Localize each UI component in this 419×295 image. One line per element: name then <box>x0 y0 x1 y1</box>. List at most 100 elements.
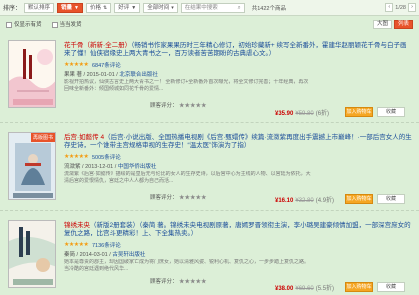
publisher-link[interactable]: 古吴轩出版社 <box>112 252 145 258</box>
favorite-button[interactable]: 收藏 <box>377 107 405 117</box>
only-stock-filter[interactable]: 仅显示有货 <box>6 20 42 28</box>
favorite-button[interactable]: 收藏 <box>377 194 405 204</box>
book-cover[interactable] <box>8 220 56 288</box>
book-title-main[interactable]: 花千骨（新新·全二册） <box>64 42 131 49</box>
book-title[interactable]: 花千骨（新新·全二册）（畅销书作家果果历时三年精心修订，初始珍藏新+ 续写全新番… <box>64 42 412 58</box>
book-meta: 果果 著 / 2015-01-01 / 北京联合出版社 <box>64 72 158 78</box>
view-large-button[interactable]: 大图 <box>372 19 392 29</box>
book-cover-image <box>9 221 55 287</box>
description-text: 流潋紫《后宫·如懿传》描绘的是皇后无与伦比的女人的生存史诗，以后宫中心为主线的人… <box>64 171 311 184</box>
rating-label: 顾客评分： <box>150 279 178 285</box>
rating-label: 顾客评分： <box>150 103 178 109</box>
star-rating: ★★★★★ <box>64 62 89 68</box>
author-link[interactable]: 果果 著 <box>64 72 82 78</box>
rating-stars: ★★★★★ <box>179 103 207 109</box>
add-to-cart-button[interactable]: 加入购物车 <box>345 107 373 117</box>
default-sort-label: 默认排序 <box>28 4 51 11</box>
current-price: ¥16.10 <box>275 198 294 204</box>
customer-rating: 顾客评分： ★★★★★ <box>150 277 207 285</box>
sales-sort-button[interactable]: 销量 ▼ <box>57 2 83 13</box>
star-rating: ★★★★★ <box>64 242 89 248</box>
book-cover[interactable]: 再版图书 <box>8 132 56 200</box>
pager: ‹ 1/28 › <box>385 3 416 12</box>
sort-toolbar: 排序： 默认排序 销量 ▼ 价格 ⇅ 好评 ▼ 全部时间 ▾ 在结果中搜索 ⌕ 共1422… <box>0 0 419 16</box>
next-page-button[interactable]: › <box>408 3 416 12</box>
book-title[interactable]: 后宫·如懿传 4（后宫·小说出版、全国热播电视剧《后宫·甄嬛传》续篇·流潋紫再度… <box>64 134 412 150</box>
default-sort-button[interactable]: 默认排序 <box>24 2 55 13</box>
star-rating: ★★★★★ <box>64 154 89 160</box>
filter-bar: 仅显示有货 当当发货 大图 列表 <box>0 17 419 31</box>
book-meta: 流潋紫 / 2013-12-01 / 中国华侨出版社 <box>64 164 157 170</box>
review-count-link[interactable]: 6847条评论 <box>92 61 121 69</box>
current-price: ¥35.90 <box>275 111 294 117</box>
book-title[interactable]: 锦绣未央（新版2册套装）（秦简 著。锦绣未央电视剧原著，唐嫣罗晋领衔主演，李小璐… <box>64 222 412 238</box>
book-title-subtitle[interactable]: （后宫·小说出版、全国热播电视剧《后宫·甄嬛传》续篇·流潋紫再度出手震撼上市巅峰… <box>64 134 412 149</box>
book-cover[interactable] <box>8 40 56 108</box>
dangdang-filter[interactable]: 当当发货 <box>51 20 82 28</box>
discount: (6折) <box>315 111 330 117</box>
add-to-cart-button[interactable]: 加入购物车 <box>345 194 373 204</box>
publish-date: 2013-12-01 <box>85 164 114 170</box>
result-search-input[interactable]: 在结果中搜索 ⌕ <box>180 2 245 13</box>
discount: (4.9折) <box>315 198 335 204</box>
rating-sort-button[interactable]: 好评 ▼ <box>114 2 141 13</box>
customer-rating: 顾客评分： ★★★★★ <box>150 101 207 109</box>
result-count: 共1422个商品 <box>251 5 286 12</box>
rating-stars: ★★★★★ <box>179 195 207 201</box>
description-text: 影视开拍热议，仙侠古言史上两大青书之一！ 全新修订+全新番外首次曝光，将全文修订… <box>64 79 309 92</box>
favorite-button[interactable]: 收藏 <box>377 282 405 292</box>
publisher-link[interactable]: 中国华侨出版社 <box>118 164 157 170</box>
publisher-link[interactable]: 北京联合出版社 <box>119 72 158 78</box>
book-description: 流潋紫《后宫·如懿传》描绘的是皇后无与伦比的女人的生存史诗，以后宫中心为主线的人… <box>64 171 312 193</box>
author-link[interactable]: 秦简 <box>64 252 75 258</box>
original-price: ¥32.80 <box>295 198 314 204</box>
review-count-link[interactable]: 5005条评论 <box>92 153 121 161</box>
book-title-main[interactable]: 后宫·如懿传 4 <box>64 134 104 141</box>
sort-updown-icon: ⇅ <box>103 4 108 11</box>
sort-down-icon: ▼ <box>131 4 137 11</box>
rating-sort-label: 好评 <box>118 4 130 11</box>
checkbox-icon[interactable] <box>6 21 12 28</box>
only-stock-label: 仅显示有货 <box>14 22 42 28</box>
price: ¥38.00 ¥69.60 (5.5折) <box>275 283 334 292</box>
prev-page-button[interactable]: ‹ <box>385 3 394 12</box>
original-price: ¥69.60 <box>295 286 314 292</box>
description-text: 她本是尊贵的郡主，却因国破家亡成为将门庶女，她以清雅风姿、锐利心机、复仇之心，一… <box>64 259 310 272</box>
publish-time-select[interactable]: 全部时间 ▾ <box>143 2 178 13</box>
book-cover-image <box>9 41 55 107</box>
original-price: ¥59.80 <box>295 111 314 117</box>
reissue-badge: 再版图书 <box>30 133 55 142</box>
sales-sort-label: 销量 <box>61 4 73 11</box>
price: ¥16.10 ¥32.80 (4.9折) <box>275 195 334 204</box>
search-icon: ⌕ <box>237 4 241 11</box>
publish-date: 2014-03-01 <box>79 252 108 258</box>
search-placeholder: 在结果中搜索 <box>184 4 218 11</box>
price: ¥35.90 ¥59.80 (6折) <box>275 108 329 117</box>
checkbox-icon[interactable] <box>51 21 58 28</box>
book-title-subtitle[interactable]: （新版2册套装）（秦简 著。锦绣未央电视剧原著，唐嫣罗晋领衔主演，李小璐吴建豪倾… <box>64 222 411 237</box>
chevron-down-icon: ▾ <box>171 4 174 11</box>
discount: (5.5折) <box>315 286 335 292</box>
view-switch: 大图 列表 <box>372 19 413 29</box>
publish-date: 2015-01-01 <box>86 72 115 78</box>
page-indicator: 1/28 <box>395 4 406 11</box>
dangdang-label: 当当发货 <box>59 22 82 28</box>
book-title-main[interactable]: 锦绣未央 <box>64 222 90 229</box>
publish-time-label: 全部时间 <box>147 4 170 11</box>
list-item: 锦绣未央（新版2册套装）（秦简 著。锦绣未央电视剧原著，唐嫣罗晋领衔主演，李小璐… <box>0 212 419 295</box>
author-link[interactable]: 流潋紫 <box>64 164 81 170</box>
add-to-cart-button[interactable]: 加入购物车 <box>345 282 373 292</box>
book-cover-image <box>9 133 55 199</box>
book-meta: 秦简 / 2014-03-01 / 古吴轩出版社 <box>64 252 146 258</box>
view-list-button[interactable]: 列表 <box>393 19 413 29</box>
list-item: 再版图书 后宫·如懿传 4（后宫·小说出版、全国热播电视剧《后宫·甄嬛传》续篇·… <box>0 124 419 211</box>
price-sort-label: 价格 <box>90 4 102 11</box>
customer-rating: 顾客评分： ★★★★★ <box>150 193 207 201</box>
book-description: 她本是尊贵的郡主，却因国破家亡成为将门庶女，她以清雅风姿、锐利心机、复仇之心，一… <box>64 259 312 277</box>
current-price: ¥38.00 <box>275 286 294 292</box>
price-sort-button[interactable]: 价格 ⇅ <box>86 2 112 13</box>
rating-stars: ★★★★★ <box>179 279 207 285</box>
rating-label: 顾客评分： <box>150 195 178 201</box>
review-count-link[interactable]: 7136条评论 <box>92 241 121 249</box>
book-description: 影视开拍热议，仙侠古言史上两大青书之一！ 全新修订+全新番外首次曝光，将全文修订… <box>64 79 312 101</box>
